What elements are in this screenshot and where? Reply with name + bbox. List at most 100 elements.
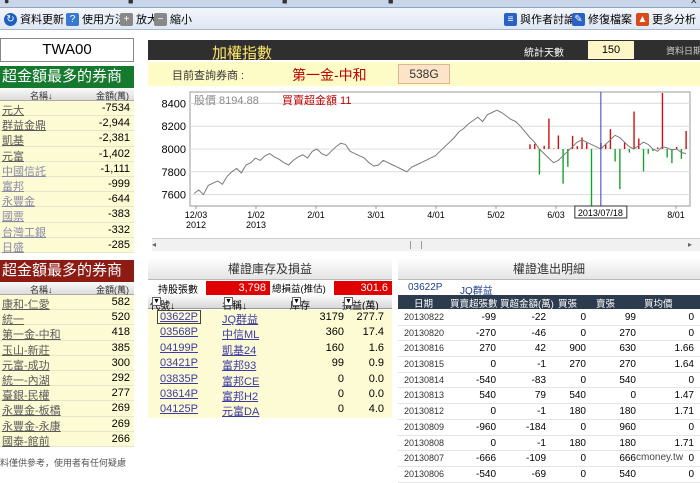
warrant-code-link[interactable]: 04199P [160,342,198,354]
tx-cell-avg: 1.66 [675,343,694,354]
broker-item-name[interactable]: 國泰-館前 [2,433,50,449]
tx-cell-avg: 1.64 [675,359,694,370]
tx-col-avg[interactable]: 買均價 [644,296,673,310]
broker-list-item[interactable]: 台灣工銀-332 [0,223,134,238]
holdings-row[interactable]: 04125P元富DA04.0 [148,402,392,417]
tab-1[interactable]: ● [4,0,9,8]
discuss-button[interactable]: ≡ 與作者討論 [504,11,575,27]
x-tick-year: 2012 [186,220,206,230]
warrant-stock: 99 [332,357,344,369]
transaction-row[interactable]: 201308080-11801801.71 [398,436,700,452]
broker-list-item[interactable]: 元富-1,402 [0,147,134,162]
x-tick-label: 8/01 [667,210,685,220]
tx-col-sell[interactable]: 賣張 [596,296,615,310]
warrant-code-link[interactable]: 03568P [160,326,198,338]
warrant-name-link[interactable]: 元富DA [222,403,259,419]
broker-item-amount: -1,111 [100,163,130,175]
filter-dropdown-icon[interactable]: ▼ [152,297,161,306]
tab-close[interactable]: ✕ [690,0,698,8]
tx-col-buy[interactable]: 買張 [558,296,577,310]
broker-code[interactable]: 538G [398,64,450,84]
days-input[interactable]: 150 [588,41,634,59]
broker-item-amount: -7534 [102,102,130,114]
holdings-row[interactable]: 03568P中信ML36017.4 [148,325,392,340]
broker-list-item[interactable]: 元大-7534 [0,101,134,116]
tx-cell-amt: -22 [532,312,546,323]
filter-dropdown-icon[interactable]: ▼ [292,297,301,306]
zoom-out-icon: − [154,13,167,26]
scroll-right-icon[interactable]: ▸ [688,240,698,250]
broker-list-item[interactable]: 日盛-285 [0,238,134,253]
broker-list-item[interactable]: 第一金-中和418 [0,325,134,340]
scroll-thumb[interactable] [410,241,422,249]
holdings-row[interactable]: 04199P凱基241601.6 [148,341,392,356]
broker-list-item[interactable]: 富邦-999 [0,177,134,192]
broker-list-item[interactable]: 永豐金-永康269 [0,417,134,432]
transaction-row[interactable]: 201308150-12702701.64 [398,357,700,373]
tab-3[interactable]: ■ [282,0,287,8]
stock-code-display[interactable]: TWA00 [0,38,134,62]
holdings-row[interactable]: 03622PJQ群益3179277.7 [148,310,392,325]
broker-list-item[interactable]: 康和-仁愛582 [0,295,134,310]
transaction-row[interactable]: 201308120-11801801.71 [398,404,700,420]
transaction-row[interactable]: 20130806-540-6905400 [398,467,700,483]
broker-list-item[interactable]: 中國信託-1,111 [0,162,134,177]
tab-4[interactable]: ■ [388,0,393,8]
broker-item-amount: -644 [108,193,130,205]
repair-button[interactable]: ✎ 修復檔案 [572,11,632,27]
broker-list-item[interactable]: 統一-內湖292 [0,371,134,386]
broker-list-item[interactable]: 永豐金-板橋269 [0,401,134,416]
tx-cell-sell: 99 [625,312,636,323]
refresh-button[interactable]: ↻ 資料更新 [4,11,64,27]
holdings-row[interactable]: 03614P富邦H200.0 [148,387,392,402]
tx-cell-sell: 666 [619,453,636,464]
tab-2[interactable]: ■ [128,0,133,8]
warrant-pl: 17.4 [363,326,384,338]
help-button[interactable]: ? 使用方法 [66,11,126,27]
broker-list-item[interactable]: 元富-成功300 [0,356,134,371]
transaction-row[interactable]: 20130816270429006301.66 [398,341,700,357]
warrant-code-link[interactable]: 03622P [157,310,201,324]
broker-list-item[interactable]: 國泰-館前266 [0,432,134,447]
transaction-row[interactable]: 20130820-270-4602700 [398,326,700,342]
warrant-code-link[interactable]: 03421P [160,357,198,369]
tx-col-date[interactable]: 日期 [414,296,433,310]
broker-list-item[interactable]: 臺銀-民權277 [0,386,134,401]
zoom-in-button[interactable]: + 放大 [120,11,158,27]
tx-cell-buy: 0 [580,328,586,339]
transaction-row[interactable]: 20130822-99-220990 [398,310,700,326]
warrant-code-link[interactable]: 03614P [160,388,198,400]
broker-list-item[interactable]: 群益金鼎-2,944 [0,116,134,131]
broker-list-item[interactable]: 凱基-2,381 [0,131,134,146]
warrant-pl: 1.6 [369,342,384,354]
chart-scrollbar[interactable]: ◂ ▸ [152,238,700,251]
broker-list-item[interactable]: 國票-383 [0,207,134,222]
tx-cell-amt: 42 [535,343,546,354]
warrant-code-link[interactable]: 04125P [160,403,198,415]
holdings-row[interactable]: 03421P富邦93990.9 [148,356,392,371]
filter-dropdown-icon[interactable]: ▼ [344,297,353,306]
more-analysis-button[interactable]: ▲ 更多分析 [636,11,696,27]
transaction-row[interactable]: 20130814-540-8305400 [398,373,700,389]
zoom-out-button[interactable]: − 縮小 [154,11,192,27]
scroll-left-icon[interactable]: ◂ [152,240,162,250]
price-chart[interactable]: 76007800800082008400 12/0320121/0220132/… [148,88,700,238]
broker-item-name[interactable]: 日盛 [2,239,24,255]
warrant-code-link[interactable]: 03835P [160,373,198,385]
broker-list-item[interactable]: 永豐金-644 [0,192,134,207]
broker-item-amount: 300 [112,357,130,369]
transaction-row[interactable]: 201308135407954001.47 [398,388,700,404]
holdings-row[interactable]: 03835P富邦CE00.0 [148,372,392,387]
tx-col-amt[interactable]: 買超金額(萬) [500,296,554,310]
y-tick-label: 8400 [162,98,186,110]
broker-list-item[interactable]: 統一520 [0,310,134,325]
broker-list-item[interactable]: 玉山-新莊385 [0,341,134,356]
broker-item-amount: -2,944 [99,117,130,129]
transaction-row[interactable]: 20130809-960-18409600 [398,420,700,436]
filter-dropdown-icon[interactable]: ▼ [224,297,233,306]
data-date-label: 資料日期 08 [666,44,700,57]
warrant-pl: 0.0 [369,373,384,385]
tx-cell-sell: 540 [619,469,636,480]
tx-col-qty[interactable]: 買賣超張數 [450,296,498,310]
site-watermark: cmoney.tw [636,452,683,463]
